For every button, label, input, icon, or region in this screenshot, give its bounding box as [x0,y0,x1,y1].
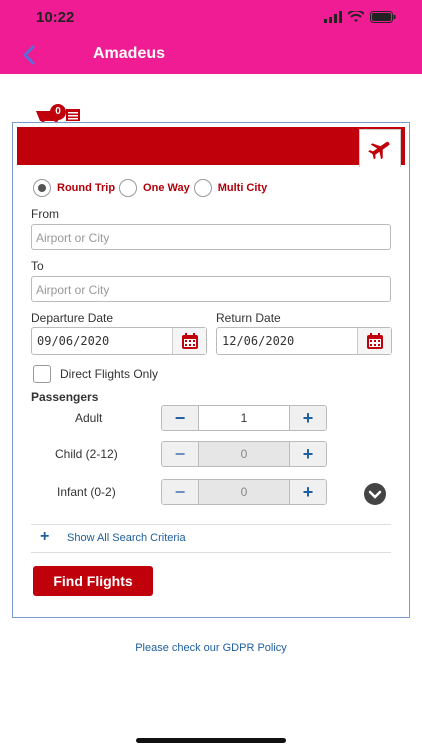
from-input[interactable]: Airport or City [31,224,391,250]
infant-stepper: − 0 + [161,479,327,505]
infant-label: Infant (0-2) [57,485,116,499]
home-indicator [136,738,286,743]
flight-tab[interactable] [359,129,401,167]
expand-more-button[interactable] [364,483,386,505]
radio-round-trip-label[interactable]: Round Trip [57,182,115,194]
battery-icon [370,11,396,23]
calendar-icon [367,333,383,349]
departure-calendar-button[interactable] [172,328,206,354]
status-icons [324,11,396,23]
child-stepper: − 0 + [161,441,327,467]
radio-multi-city[interactable] [193,179,212,197]
radio-round-trip[interactable] [33,179,51,197]
radio-multi-city-label[interactable]: Multi City [218,182,268,194]
passengers-title: Passengers [31,390,99,404]
panel-header [17,127,405,167]
child-label: Child (2-12) [55,447,118,461]
infant-count[interactable]: 0 [198,480,290,504]
adult-decrement-button[interactable]: − [162,406,198,430]
page-title: Amadeus [93,45,166,62]
return-date-value: 12/06/2020 [222,334,295,348]
adult-label: Adult [75,411,103,425]
plus-icon: + [40,528,50,545]
find-flights-button[interactable]: Find Flights [33,566,153,596]
radio-one-way[interactable] [119,179,138,197]
status-bar: 10:22 [0,0,422,36]
infant-increment-button[interactable]: + [290,480,326,504]
calendar-icon [182,333,198,349]
return-date-field[interactable]: 12/06/2020 [216,327,392,355]
child-increment-button[interactable]: + [290,442,326,466]
airplane-icon [368,141,390,160]
return-calendar-button[interactable] [357,328,391,354]
to-label: To [31,259,44,273]
direct-flights-checkbox[interactable] [33,365,51,383]
radio-one-way-label[interactable]: One Way [143,182,190,194]
adult-stepper: − 1 + [161,405,327,431]
back-chevron-icon[interactable] [18,43,42,67]
departure-date-field[interactable]: 09/06/2020 [31,327,207,355]
nav-bar: Amadeus [0,36,422,74]
status-time: 10:22 [36,9,75,26]
cart-count-badge: 0 [50,104,66,120]
departure-date-label: Departure Date [31,311,114,325]
to-input[interactable]: Airport or City [31,276,391,302]
from-label: From [31,207,59,221]
adult-count[interactable]: 1 [198,406,290,430]
return-date-label: Return Date [216,311,281,325]
wifi-icon [348,11,364,22]
show-all-criteria-link[interactable]: Show All Search Criteria [67,532,186,544]
trip-type-group: Round Trip One Way Multi City [33,179,271,197]
adult-increment-button[interactable]: + [290,406,326,430]
chevron-down-icon [368,490,382,499]
flight-search-panel: Round Trip One Way Multi City From Airpo… [12,122,410,618]
divider [31,552,391,553]
child-count[interactable]: 0 [198,442,290,466]
infant-decrement-button[interactable]: − [162,480,198,504]
signal-icon [324,11,342,23]
departure-date-value: 09/06/2020 [37,334,110,348]
direct-flights-label[interactable]: Direct Flights Only [60,367,158,381]
divider [31,524,391,525]
child-decrement-button[interactable]: − [162,442,198,466]
gdpr-policy-link[interactable]: Please check our GDPR Policy [0,642,422,654]
